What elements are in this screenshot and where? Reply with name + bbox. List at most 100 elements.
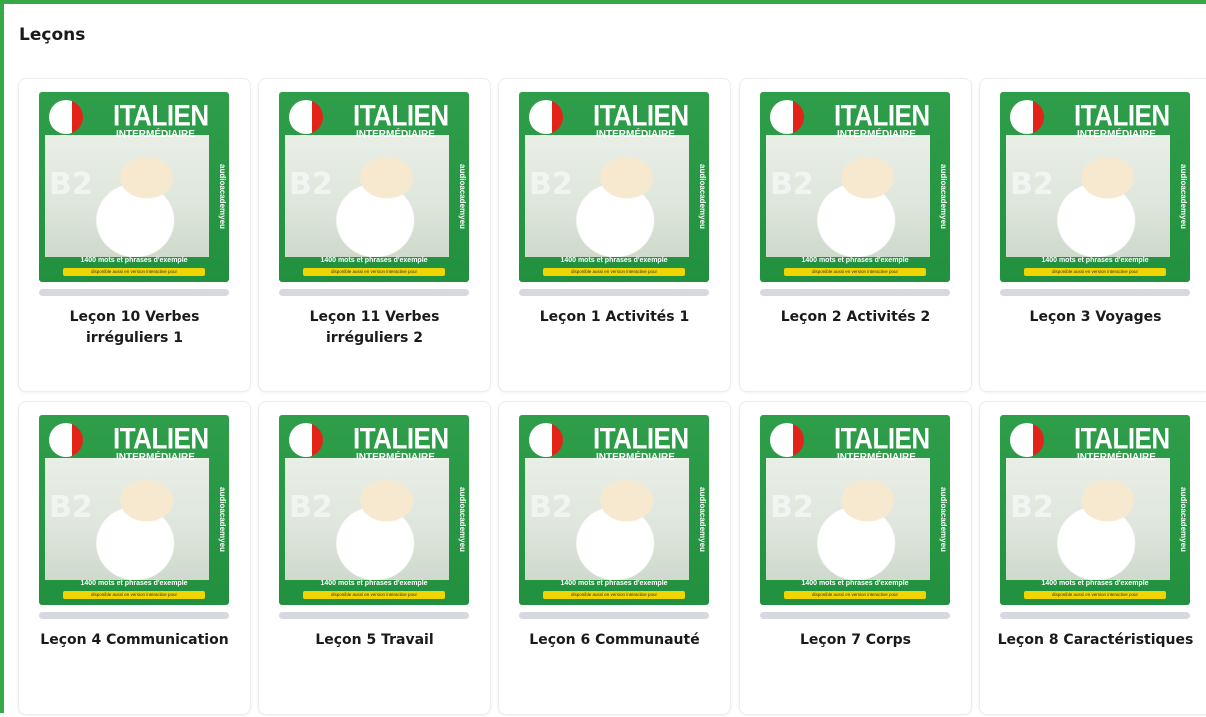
italy-flag-icon [289,100,323,134]
cover-brand: audioacademyeu [458,487,467,552]
lesson-card[interactable]: B2 ITALIEN INTERMÉDIAIRE audioacademyeu … [980,402,1206,714]
lessons-panel: Leçons B2 ITALIEN INTERMÉDIAIRE audioaca… [0,0,1206,714]
cover-tagline: 1400 mots et phrases d'exemple [560,580,668,587]
lesson-title: Leçon 4 Communication [40,632,229,648]
italy-flag-icon [529,423,563,457]
lesson-cover-image: B2 ITALIEN INTERMÉDIAIRE audioacademyeu … [279,92,469,282]
lesson-cover-image: B2 ITALIEN INTERMÉDIAIRE audioacademyeu … [1000,92,1190,282]
cover-brand: audioacademyeu [939,487,948,552]
cover-brand: audioacademyeu [1179,487,1188,552]
cover-tagline: 1400 mots et phrases d'exemple [801,257,909,264]
cover-tagline: 1400 mots et phrases d'exemple [1041,580,1149,587]
lesson-progress-bar [760,612,950,619]
lesson-card[interactable]: B2 ITALIEN INTERMÉDIAIRE audioacademyeu … [980,79,1206,391]
lesson-progress-bar [39,612,229,619]
cover-brand: audioacademyeu [458,164,467,229]
italy-flag-icon [770,423,804,457]
cover-subtitle: INTERMÉDIAIRE [1077,129,1156,140]
cover-strip: disponible aussi en version interactive … [1024,268,1166,276]
lesson-card[interactable]: B2 ITALIEN INTERMÉDIAIRE audioacademyeu … [499,79,730,391]
lesson-grid: B2 ITALIEN INTERMÉDIAIRE audioacademyeu … [4,4,1206,717]
lesson-progress-bar [1000,612,1190,619]
lesson-cover-image: B2 ITALIEN INTERMÉDIAIRE audioacademyeu … [39,415,229,605]
cover-strip: disponible aussi en version interactive … [784,591,926,599]
cover-tagline: 1400 mots et phrases d'exemple [801,580,909,587]
italy-flag-icon [49,100,83,134]
lesson-title: Leçon 2 Activités 2 [780,309,931,325]
cover-brand: audioacademyeu [698,164,707,229]
cover-brand: audioacademyeu [218,487,227,552]
lesson-progress-bar [1000,289,1190,296]
cover-subtitle: INTERMÉDIAIRE [116,129,195,140]
cover-level: B2 [770,167,814,202]
cover-level: B2 [1010,167,1054,202]
cover-tagline: 1400 mots et phrases d'exemple [1041,257,1149,264]
cover-brand: audioacademyeu [1179,164,1188,229]
lesson-title: Leçon 8 Caractéristiques [997,632,1194,648]
lesson-card[interactable]: B2 ITALIEN INTERMÉDIAIRE audioacademyeu … [19,402,250,714]
cover-strip: disponible aussi en version interactive … [543,268,685,276]
lesson-cover-image: B2 ITALIEN INTERMÉDIAIRE audioacademyeu … [760,415,950,605]
cover-strip: disponible aussi en version interactive … [303,591,445,599]
lesson-title: Leçon 5 Travail [315,632,434,648]
italy-flag-icon [49,423,83,457]
italy-flag-icon [1010,423,1044,457]
lesson-progress-bar [519,612,709,619]
lesson-title: Leçon 3 Voyages [1029,309,1162,325]
cover-brand: audioacademyeu [939,164,948,229]
cover-strip: disponible aussi en version interactive … [784,268,926,276]
cover-subtitle: INTERMÉDIAIRE [356,452,435,463]
italy-flag-icon [289,423,323,457]
lesson-cover-image: B2 ITALIEN INTERMÉDIAIRE audioacademyeu … [1000,415,1190,605]
cover-subtitle: INTERMÉDIAIRE [837,129,916,140]
lesson-progress-bar [279,289,469,296]
lesson-progress-bar [519,289,709,296]
lesson-progress-bar [279,612,469,619]
lesson-cover-image: B2 ITALIEN INTERMÉDIAIRE audioacademyeu … [760,92,950,282]
italy-flag-icon [1010,100,1044,134]
italy-flag-icon [529,100,563,134]
lesson-title: Leçon 7 Corps [800,632,911,648]
cover-level: B2 [529,167,573,202]
cover-brand: audioacademyeu [698,487,707,552]
cover-level: B2 [49,490,93,525]
cover-level: B2 [1010,490,1054,525]
cover-tagline: 1400 mots et phrases d'exemple [320,580,428,587]
lesson-progress-bar [39,289,229,296]
lesson-card[interactable]: B2 ITALIEN INTERMÉDIAIRE audioacademyeu … [259,402,490,714]
cover-strip: disponible aussi en version interactive … [63,268,205,276]
lesson-title: Leçon 1 Activités 1 [539,309,690,325]
lesson-progress-bar [760,289,950,296]
lesson-title: Leçon 11 Verbes irréguliers 2 [309,309,440,346]
lesson-cover-image: B2 ITALIEN INTERMÉDIAIRE audioacademyeu … [39,92,229,282]
cover-subtitle: INTERMÉDIAIRE [837,452,916,463]
cover-subtitle: INTERMÉDIAIRE [116,452,195,463]
cover-tagline: 1400 mots et phrases d'exemple [80,257,188,264]
cover-level: B2 [529,490,573,525]
cover-subtitle: INTERMÉDIAIRE [596,129,675,140]
cover-level: B2 [49,167,93,202]
lesson-cover-image: B2 ITALIEN INTERMÉDIAIRE audioacademyeu … [279,415,469,605]
lesson-card[interactable]: B2 ITALIEN INTERMÉDIAIRE audioacademyeu … [740,79,971,391]
cover-strip: disponible aussi en version interactive … [1024,591,1166,599]
cover-brand: audioacademyeu [218,164,227,229]
cover-subtitle: INTERMÉDIAIRE [1077,452,1156,463]
lesson-card[interactable]: B2 ITALIEN INTERMÉDIAIRE audioacademyeu … [740,402,971,714]
italy-flag-icon [770,100,804,134]
lesson-cover-image: B2 ITALIEN INTERMÉDIAIRE audioacademyeu … [519,415,709,605]
cover-level: B2 [289,167,333,202]
lesson-title: Leçon 6 Communauté [529,632,700,648]
lesson-cover-image: B2 ITALIEN INTERMÉDIAIRE audioacademyeu … [519,92,709,282]
cover-level: B2 [289,490,333,525]
lesson-card[interactable]: B2 ITALIEN INTERMÉDIAIRE audioacademyeu … [19,79,250,391]
cover-strip: disponible aussi en version interactive … [543,591,685,599]
lesson-title: Leçon 10 Verbes irréguliers 1 [69,309,200,346]
cover-subtitle: INTERMÉDIAIRE [356,129,435,140]
cover-strip: disponible aussi en version interactive … [303,268,445,276]
cover-level: B2 [770,490,814,525]
cover-tagline: 1400 mots et phrases d'exemple [560,257,668,264]
lesson-card[interactable]: B2 ITALIEN INTERMÉDIAIRE audioacademyeu … [259,79,490,391]
cover-subtitle: INTERMÉDIAIRE [596,452,675,463]
cover-tagline: 1400 mots et phrases d'exemple [320,257,428,264]
lesson-card[interactable]: B2 ITALIEN INTERMÉDIAIRE audioacademyeu … [499,402,730,714]
